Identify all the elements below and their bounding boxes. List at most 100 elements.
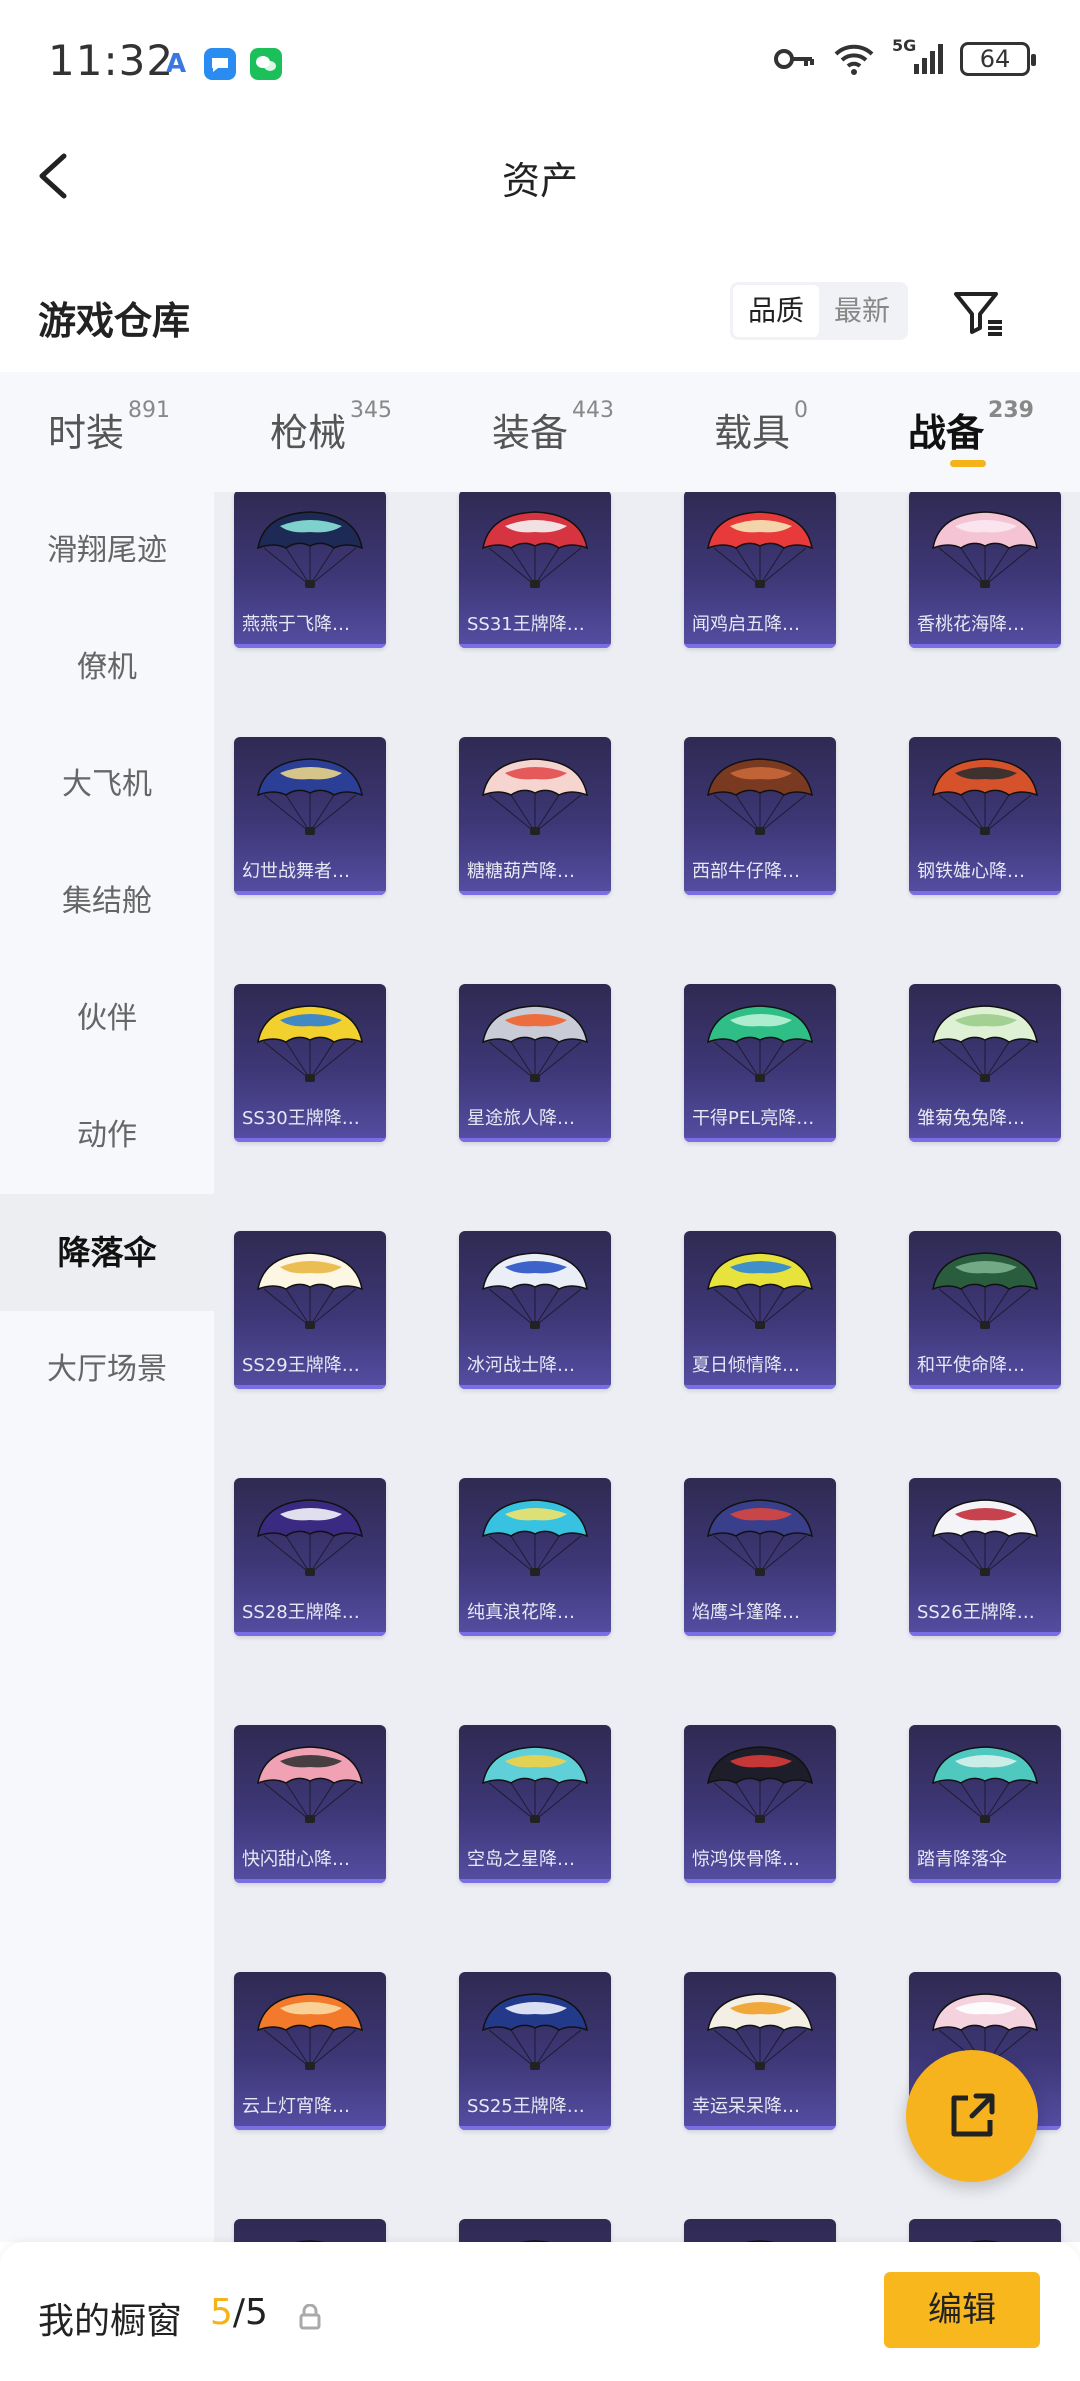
sidebar-item-rally-pod[interactable]: 集结舱: [0, 843, 214, 960]
sidebar-item-wingman[interactable]: 僚机: [0, 609, 214, 726]
page-title: 资产: [501, 159, 578, 203]
parachute-image: [482, 511, 588, 588]
parachute-card[interactable]: 和平使命降…: [909, 1231, 1061, 1389]
parachute-name: 空岛之星降…: [467, 1849, 575, 1870]
parachute-card[interactable]: 干得PEL亮降…: [684, 984, 836, 1142]
parachute-image: [932, 1252, 1038, 1329]
parachute-name: 夏日倾情降…: [692, 1355, 800, 1376]
parachute-image: [295, 2240, 325, 2242]
wifi-icon: [834, 44, 874, 75]
sidebar-item-glide-trail[interactable]: 滑翔尾迹: [0, 492, 214, 609]
parachute-card[interactable]: [234, 2219, 386, 2242]
parachute-card[interactable]: 冰河战士降…: [459, 1231, 611, 1389]
parachute-name: 闻鸡启五降…: [692, 614, 800, 635]
parachute-image: [932, 758, 1038, 835]
parachute-card[interactable]: 云上灯宵降…: [234, 1972, 386, 2130]
parachute-image: [482, 1005, 588, 1082]
parachute-card[interactable]: [459, 2219, 611, 2242]
tab-battle-prep[interactable]: 战备239: [908, 398, 1034, 457]
parachute-card[interactable]: 空岛之星降…: [459, 1725, 611, 1883]
parachute-image: [482, 758, 588, 835]
parachute-card[interactable]: SS31王牌降…: [459, 492, 611, 648]
lock-icon: [299, 2304, 321, 2330]
parachute-name: 云上灯宵降…: [242, 2096, 350, 2117]
parachute-image: [707, 1499, 813, 1576]
parachute-card[interactable]: [909, 2219, 1061, 2242]
filter-button[interactable]: [948, 282, 1008, 342]
parachute-card[interactable]: [684, 2219, 836, 2242]
parachute-card[interactable]: SS28王牌降…: [234, 1478, 386, 1636]
sidebar-item-airplane[interactable]: 大飞机: [0, 726, 214, 843]
parachute-card[interactable]: 焰鹰斗篷降…: [684, 1478, 836, 1636]
parachute-card[interactable]: 惊鸿侠骨降…: [684, 1725, 836, 1883]
tab-count: 891: [128, 398, 171, 423]
parachute-name: 钢铁雄心降…: [917, 861, 1025, 882]
sidebar-item-emote[interactable]: 动作: [0, 1077, 214, 1194]
tab-label: 战备: [908, 411, 985, 455]
nav-bar: 资产: [0, 126, 1080, 226]
message-app-icon: [204, 48, 236, 80]
parachute-image: [257, 1746, 363, 1823]
tab-fashion[interactable]: 时装891: [48, 398, 170, 457]
parachute-card[interactable]: 糖糖葫芦降…: [459, 737, 611, 895]
parachute-image: [932, 1746, 1038, 1823]
parachute-card[interactable]: 星途旅人降…: [459, 984, 611, 1142]
parachute-name: SS28王牌降…: [242, 1602, 360, 1623]
parachute-card[interactable]: SS29王牌降…: [234, 1231, 386, 1389]
parachute-name: 香桃花海降…: [917, 614, 1025, 635]
tab-equipment[interactable]: 装备443: [492, 398, 614, 457]
parachute-card[interactable]: 雏菊兔兔降…: [909, 984, 1061, 1142]
parachute-card[interactable]: 香桃花海降…: [909, 492, 1061, 648]
parachute-name: SS30王牌降…: [242, 1108, 360, 1129]
parachute-image: [482, 1993, 588, 2070]
parachute-image: [970, 2240, 1000, 2242]
parachute-name: 雏菊兔兔降…: [917, 1108, 1025, 1129]
tab-vehicles[interactable]: 载具0: [714, 398, 808, 457]
a-app-icon: A: [165, 49, 187, 79]
sort-quality-option[interactable]: 品质: [733, 285, 819, 337]
tab-guns[interactable]: 枪械345: [270, 398, 392, 457]
parachute-card[interactable]: SS30王牌降…: [234, 984, 386, 1142]
parachute-name: 星途旅人降…: [467, 1108, 575, 1129]
sidebar-item-companion[interactable]: 伙伴: [0, 960, 214, 1077]
parachute-image: [257, 511, 363, 588]
parachute-name: 西部牛仔降…: [692, 861, 800, 882]
parachute-card[interactable]: SS25王牌降…: [459, 1972, 611, 2130]
parachute-card[interactable]: 钢铁雄心降…: [909, 737, 1061, 895]
showcase-label: 我的橱窗: [38, 2301, 183, 2342]
parachute-card[interactable]: 闻鸡启五降…: [684, 492, 836, 648]
parachute-name: 糖糖葫芦降…: [467, 861, 575, 882]
showcase-bar: 我的橱窗 5/5 编辑: [0, 2242, 1080, 2381]
parachute-image: [257, 758, 363, 835]
tab-count: 239: [988, 398, 1034, 423]
cell-signal-icon: 5G: [892, 36, 944, 76]
parachute-card[interactable]: 燕燕于飞降…: [234, 492, 386, 648]
parachute-name: 幸运呆呆降…: [692, 2096, 800, 2117]
status-bar: 11:32 A 5G 64: [0, 0, 1080, 126]
edit-button[interactable]: 编辑: [884, 2272, 1040, 2348]
parachute-card[interactable]: 纯真浪花降…: [459, 1478, 611, 1636]
parachute-card[interactable]: 踏青降落伞: [909, 1725, 1061, 1883]
status-time: 11:32: [48, 36, 175, 85]
parachute-name: SS26王牌降…: [917, 1602, 1035, 1623]
parachute-card[interactable]: 幻世战舞者…: [234, 737, 386, 895]
parachute-image: [707, 1252, 813, 1329]
sidebar-item-lobby-scene[interactable]: 大厅场景: [0, 1311, 214, 1428]
parachute-card[interactable]: SS26王牌降…: [909, 1478, 1061, 1636]
parachute-name: 干得PEL亮降…: [692, 1108, 815, 1129]
parachute-card[interactable]: 夏日倾情降…: [684, 1231, 836, 1389]
parachute-image: [745, 2240, 775, 2242]
sidebar-item-parachute[interactable]: 降落伞: [0, 1194, 214, 1311]
parachute-card[interactable]: 幸运呆呆降…: [684, 1972, 836, 2130]
parachute-image: [707, 511, 813, 588]
tab-label: 时装: [48, 411, 125, 455]
parachute-card[interactable]: 西部牛仔降…: [684, 737, 836, 895]
status-indicators: 5G 64: [774, 36, 1036, 76]
parachute-card[interactable]: 快闪甜心降…: [234, 1725, 386, 1883]
warehouse-header: 游戏仓库 品质 最新: [0, 270, 1080, 370]
share-button[interactable]: [906, 2050, 1038, 2182]
key-icon: [774, 49, 814, 69]
sort-newest-option[interactable]: 最新: [819, 285, 905, 337]
parachute-image: [257, 1252, 363, 1329]
parachute-image: [707, 758, 813, 835]
